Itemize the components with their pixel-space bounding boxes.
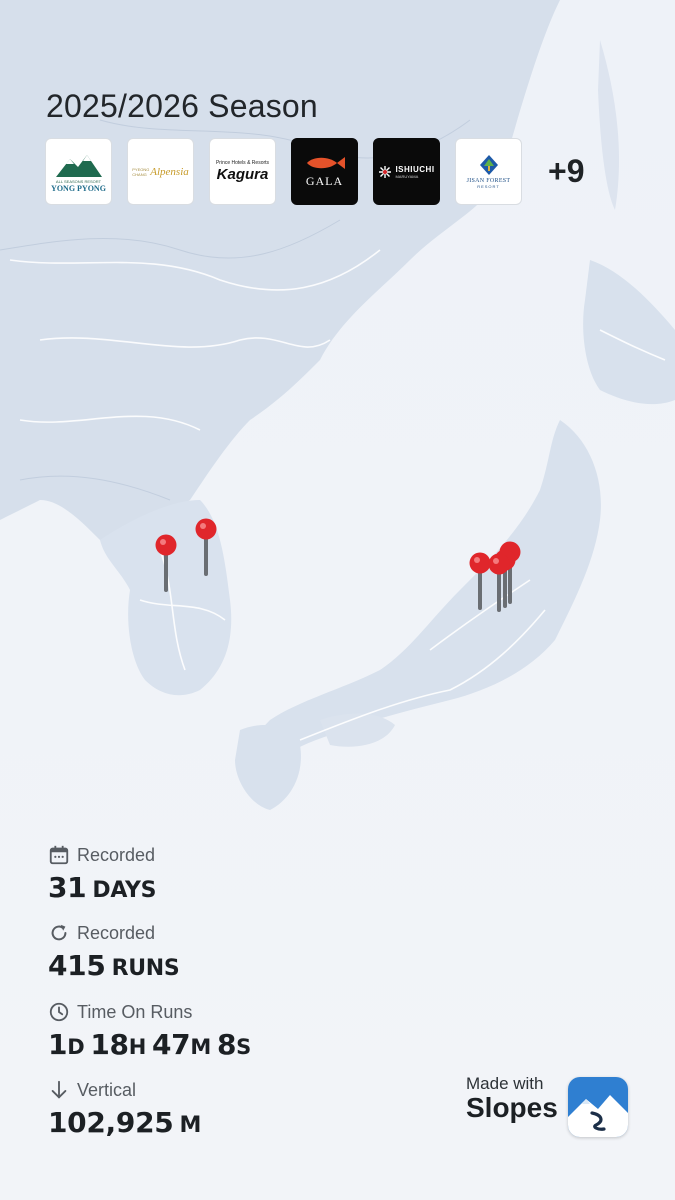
resort-logo-small-text: PYEONG CHANG [132, 166, 150, 177]
clock-icon [49, 1002, 69, 1022]
resort-logo-gala[interactable]: GALA [291, 138, 358, 205]
time-minutes-unit: M [190, 1035, 211, 1059]
resort-logo-text: GALA [305, 174, 344, 188]
snowflake-icon [379, 165, 392, 178]
stat-vertical: Vertical 102,925 M [48, 1078, 202, 1140]
slopes-app-icon[interactable] [568, 1077, 628, 1137]
stat-unit: DAYS [92, 878, 157, 903]
fish-icon [306, 157, 345, 169]
stat-label: Vertical [77, 1079, 137, 1100]
resort-logo-jisan[interactable]: JISAN FOREST RESORT [455, 138, 522, 205]
stat-label: Recorded [77, 844, 156, 865]
stat-unit: M [179, 1113, 202, 1138]
resort-logo-small-text: RESORT [477, 184, 500, 189]
mountain-icon [55, 154, 102, 177]
time-minutes: 47 [151, 1028, 191, 1061]
calendar-icon [49, 845, 69, 865]
made-with-branding: Made with Slopes [466, 1074, 558, 1124]
arrow-down-icon [51, 1080, 67, 1099]
stat-runs: Recorded 415 RUNS [48, 921, 180, 983]
stat-value: 415 [48, 949, 106, 982]
stat-time-on-runs: Time On Runs 1D 18H 47M 8S [48, 1000, 257, 1062]
season-title: 2025/2026 Season [46, 88, 318, 124]
resort-logo-text: ISHIUCHI [395, 164, 435, 174]
time-days: 1 [48, 1028, 68, 1061]
resort-logos: ALL SEASONS RESORT YONG PYONG PYEONG CHA… [45, 138, 522, 205]
resort-logo-text: YONG PYONG [51, 183, 106, 193]
made-with-text: Made with [466, 1074, 544, 1093]
time-hours-unit: H [128, 1035, 147, 1059]
forest-emblem-icon [479, 155, 498, 175]
stat-days: Recorded 31 DAYS [48, 843, 157, 905]
time-days-unit: D [67, 1035, 85, 1059]
time-seconds: 8 [216, 1028, 237, 1061]
refresh-icon [51, 924, 67, 941]
time-seconds-unit: S [236, 1035, 251, 1059]
resort-logo-kagura[interactable]: Prince Hotels & Resorts Kagura [209, 138, 276, 205]
resort-logo-yongpyong[interactable]: ALL SEASONS RESORT YONG PYONG [45, 138, 112, 205]
stat-label: Time On Runs [77, 1001, 193, 1022]
resort-logo-text: Kagura [216, 166, 269, 183]
app-name: Slopes [466, 1092, 558, 1123]
resort-logo-ishiuchi[interactable]: ISHIUCHI MARUYAMA [373, 138, 440, 205]
stat-value: 31 [48, 871, 87, 904]
time-hours: 18 [90, 1028, 129, 1061]
stat-value: 102,925 [48, 1106, 174, 1139]
resort-logo-text: Alpensia [150, 165, 189, 178]
stat-unit: RUNS [111, 956, 180, 981]
resort-logo-small-text: MARUYAMA [395, 173, 419, 179]
more-resorts-count[interactable]: +9 [548, 153, 584, 190]
stat-label: Recorded [77, 922, 156, 943]
resort-logo-alpensia[interactable]: PYEONG CHANG Alpensia [127, 138, 194, 205]
